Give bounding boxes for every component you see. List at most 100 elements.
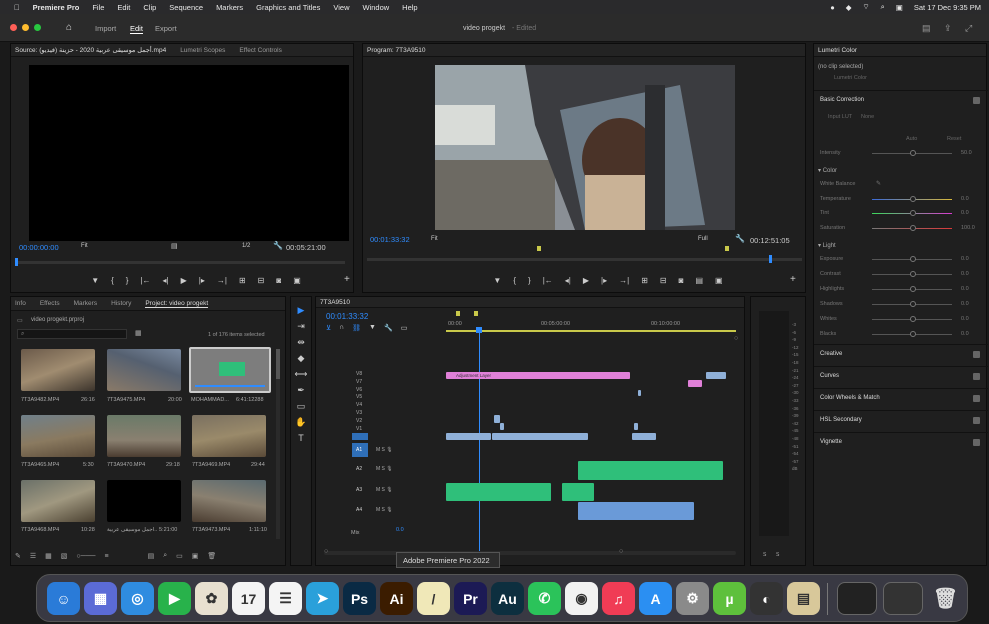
- blue-clip-v8[interactable]: [706, 372, 726, 379]
- a3-mute-solo[interactable]: M S 🎙: [376, 487, 393, 493]
- dock-audition-icon[interactable]: Au: [491, 582, 524, 615]
- dock-davinci-icon[interactable]: ◐: [750, 582, 783, 615]
- v1-clip-a[interactable]: [446, 433, 491, 440]
- shadows-knob[interactable]: [910, 301, 916, 307]
- tab-lumetri-color[interactable]: Lumetri Color: [818, 47, 857, 54]
- timeline-h-scroll-left-knob[interactable]: ○: [324, 548, 328, 555]
- source-timecode[interactable]: 00:00:00:00: [19, 243, 59, 252]
- nav-export[interactable]: Export: [155, 24, 177, 33]
- color-wheels-checkbox[interactable]: [973, 395, 980, 402]
- dock-photoshop-icon[interactable]: Ps: [343, 582, 376, 615]
- eyedropper-icon[interactable]: ✎: [876, 180, 881, 187]
- a3-audio-clip-a[interactable]: [446, 483, 551, 501]
- track-label-v2[interactable]: V2: [356, 418, 362, 426]
- apple-icon[interactable]: : [14, 3, 20, 12]
- program-go-out-icon[interactable]: →|: [619, 276, 629, 285]
- a2-mute-solo[interactable]: M S 🎙: [376, 466, 393, 472]
- basic-correction-checkbox[interactable]: [973, 97, 980, 104]
- share-icon[interactable]: ⇪: [944, 23, 952, 34]
- tab-project[interactable]: Project: video progekt: [145, 300, 209, 308]
- overwrite-icon[interactable]: ⊟: [258, 276, 265, 285]
- captions-icon[interactable]: ▭: [401, 324, 408, 332]
- camera-icon[interactable]: ◙: [276, 276, 281, 285]
- project-item-name-2[interactable]: 7T3A9475.MP4: [107, 397, 145, 403]
- mark-out-icon[interactable]: }: [126, 276, 129, 285]
- shadows-value[interactable]: 0.0: [961, 301, 969, 307]
- dock-music-icon[interactable]: ♫: [602, 582, 635, 615]
- dock-premiere-icon[interactable]: Pr: [454, 582, 487, 615]
- mark-in-icon[interactable]: {: [111, 276, 114, 285]
- menu-sequence[interactable]: Sequence: [169, 3, 203, 12]
- project-thumbnail-5[interactable]: [107, 415, 181, 457]
- source-fit-select[interactable]: Fit: [81, 243, 88, 249]
- menu-app-name[interactable]: Premiere Pro: [33, 3, 80, 12]
- adjustment-layer-clip[interactable]: Adjustment Layer: [446, 372, 630, 379]
- highlights-value[interactable]: 0.0: [961, 286, 969, 292]
- tab-program[interactable]: Program: 7T3A9510: [367, 47, 426, 54]
- tab-markers[interactable]: Markers: [74, 300, 97, 307]
- icon-view-icon[interactable]: ▦: [45, 552, 52, 560]
- v1-target-button[interactable]: [352, 433, 368, 440]
- add-marker-timeline-icon[interactable]: ▼: [369, 324, 376, 332]
- program-step-forward-icon[interactable]: |▸: [601, 276, 607, 285]
- wrench-icon[interactable]: 🔧: [273, 241, 283, 250]
- intensity-slider-knob[interactable]: [910, 150, 916, 156]
- source-playhead[interactable]: [15, 258, 18, 266]
- mix-value[interactable]: 0.0: [396, 527, 404, 533]
- meter-solo-right[interactable]: S: [776, 552, 779, 558]
- source-add-button[interactable]: +: [344, 274, 350, 285]
- light-section-label[interactable]: ▾ Light: [818, 242, 836, 249]
- zoom-window-button[interactable]: [34, 24, 41, 31]
- auto-button[interactable]: Auto: [906, 136, 917, 142]
- blacks-knob[interactable]: [910, 331, 916, 337]
- program-add-button[interactable]: +: [790, 274, 796, 285]
- compare-icon[interactable]: ▤: [695, 276, 703, 285]
- dock-finder-icon[interactable]: ☺: [47, 582, 80, 615]
- find-icon[interactable]: ⌕: [163, 552, 167, 560]
- dock-app-store-icon[interactable]: A: [639, 582, 672, 615]
- project-item-name-8[interactable]: أجمل موسيقى عربية...: [107, 527, 157, 533]
- dock-preview-icon[interactable]: ▤: [787, 582, 820, 615]
- highlights-knob[interactable]: [910, 286, 916, 292]
- menu-help[interactable]: Help: [402, 3, 417, 12]
- project-search-input[interactable]: ⌕: [17, 329, 127, 339]
- tint-row[interactable]: Tint 0.0: [820, 210, 969, 216]
- source-video-area[interactable]: [29, 65, 349, 241]
- tab-sequence[interactable]: 7T3A9510: [320, 299, 350, 306]
- project-item-name-7[interactable]: 7T3A9468.MP4: [21, 527, 59, 533]
- track-label-v3[interactable]: V3: [356, 410, 362, 418]
- creative-checkbox[interactable]: [973, 351, 980, 358]
- dock-whatsapp-icon[interactable]: ✆: [528, 582, 561, 615]
- selection-tool-icon[interactable]: ▶: [298, 305, 305, 316]
- timeline-marker-1[interactable]: [456, 311, 460, 316]
- export-frame-icon[interactable]: ▣: [293, 276, 301, 285]
- track-label-v7[interactable]: V7: [356, 379, 362, 387]
- dock-reminders-icon[interactable]: ☰: [269, 582, 302, 615]
- dock-facetime-icon[interactable]: ▶: [158, 582, 191, 615]
- project-thumbnail-4[interactable]: [21, 415, 95, 457]
- v1-clip-b[interactable]: [492, 433, 588, 440]
- pencil-icon[interactable]: ✎: [15, 552, 21, 560]
- rectangle-tool-icon[interactable]: ▭: [297, 401, 306, 412]
- a2-audio-clip[interactable]: [578, 461, 723, 480]
- dock-telegram-icon[interactable]: ➤: [306, 582, 339, 615]
- dock-recent-window-1[interactable]: [837, 582, 877, 615]
- nest-icon[interactable]: ⊻: [326, 324, 331, 332]
- track-select-tool-icon[interactable]: ⇥: [297, 321, 305, 332]
- intensity-value[interactable]: 50.0: [961, 150, 972, 156]
- a1-mute-solo[interactable]: M S 🎙: [376, 447, 393, 453]
- vr-icon[interactable]: ▣: [715, 276, 723, 285]
- dock-recent-window-2[interactable]: [883, 582, 923, 615]
- tab-source[interactable]: Source: (فيديو) أجمل موسيقى عربية 2020 -…: [15, 46, 166, 54]
- status-icon[interactable]: ◆: [846, 3, 852, 12]
- step-forward-icon[interactable]: |▸: [199, 276, 205, 285]
- new-bin-icon[interactable]: ▦: [135, 329, 142, 337]
- source-settings-icon[interactable]: ▤: [171, 242, 178, 250]
- search-icon[interactable]: ⌕: [881, 2, 885, 12]
- work-area-bar[interactable]: [446, 330, 736, 332]
- track-label-v8[interactable]: V8: [356, 371, 362, 379]
- tab-lumetri-scopes[interactable]: Lumetri Scopes: [180, 47, 225, 54]
- source-scrubber[interactable]: [15, 261, 345, 264]
- program-go-in-icon[interactable]: |←: [543, 276, 553, 285]
- program-camera-icon[interactable]: ◙: [679, 276, 684, 285]
